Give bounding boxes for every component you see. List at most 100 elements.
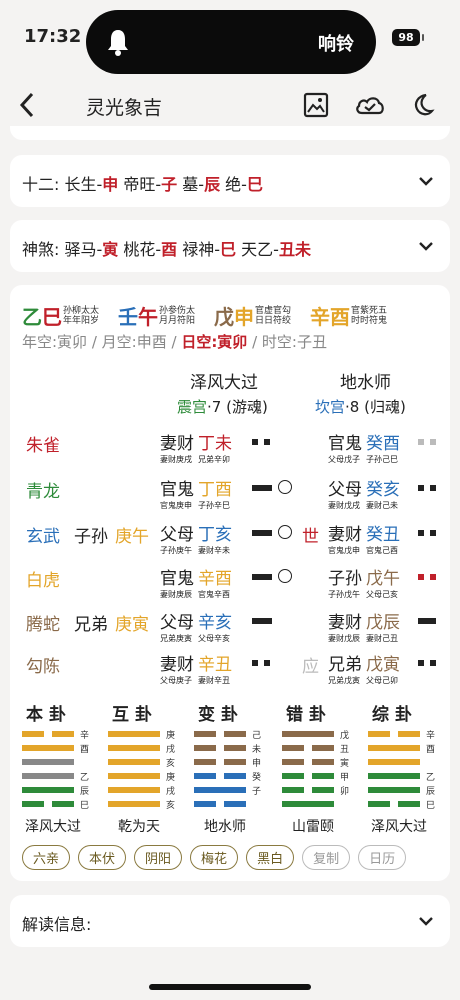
right-yao-main: 兄弟 戊寅 [328, 650, 400, 675]
pillar-shensha: 孙参伤太 月月符阳 [159, 306, 195, 326]
hex-line-yin [22, 731, 44, 737]
right-yao-sub: 妻财戊辰 妻财己丑 [328, 633, 400, 644]
hexagram-name: 山雷颐 [292, 819, 334, 835]
shensha-item-2-value: 巳 [220, 240, 237, 259]
cloud-check-icon[interactable] [354, 91, 386, 119]
hex-line-yang [22, 759, 74, 765]
left-yao: 官鬼 丁酉 官鬼庚申 子孙辛巳 [160, 475, 232, 511]
shensha-item-0-label: 驿马- [64, 240, 103, 259]
shier-item-2-value: 辰 [204, 175, 221, 194]
hex-line-yin [194, 759, 216, 765]
yang-line [418, 618, 436, 624]
left-yao-gz: 辛酉 [198, 569, 232, 589]
shier-label: 十二: [22, 175, 60, 194]
six-god: 白虎 [26, 571, 60, 591]
hex-line-yang [194, 787, 246, 793]
right-yao-rel: 官鬼 [328, 434, 362, 454]
right-gua-palace: 坎宫·8 (归魂) [315, 396, 406, 417]
pillar-gan: 乙 [22, 305, 42, 329]
right-yao-sub1: 父母戊子 [328, 455, 360, 464]
left-yao-sub1: 妻财庚辰 [160, 590, 192, 599]
right-gua-name: 地水师 [340, 373, 391, 393]
left-yao-rel: 妻财 [160, 434, 194, 454]
hex-line-yin [368, 731, 390, 737]
right-yao-sub1: 妻财戊戌 [328, 501, 360, 510]
hex-line-yin [282, 787, 304, 793]
left-yao-main: 官鬼 丁酉 [160, 475, 232, 500]
option-button-6[interactable]: 日历 [358, 845, 407, 870]
nav-bar: 灵光象吉 [0, 80, 460, 132]
six-god: 腾蛇 [26, 615, 60, 635]
image-icon[interactable] [302, 91, 330, 119]
hex-line-yin [398, 801, 420, 807]
left-yao-sub: 子孙庚午 妻财辛未 [160, 545, 232, 556]
left-yao-sub1: 官鬼庚申 [160, 501, 192, 510]
left-yao: 官鬼 辛酉 妻财庚辰 官鬼辛酉 [160, 564, 232, 600]
pillar-shensha-1: 孙柳太太 [63, 305, 100, 316]
hexagram-title: 本卦 [26, 705, 72, 725]
page-title: 灵光象吉 [86, 97, 163, 119]
hex-line-tag: 甲 [340, 773, 350, 783]
left-yao-sub2: 妻财辛未 [198, 546, 230, 555]
back-arrow-icon[interactable] [16, 90, 40, 120]
moving-circle [278, 569, 292, 583]
left-palace-name: 震宫 [177, 398, 208, 416]
shier-card[interactable]: 十二: 长生-申 帝旺-子 墓-辰 绝-巳 [10, 155, 450, 207]
option-button-3[interactable]: 梅花 [190, 845, 239, 870]
shier-item-1-value: 子 [161, 175, 178, 194]
shensha-item-3-value: 丑未 [278, 240, 311, 259]
option-button-2[interactable]: 阴阳 [134, 845, 183, 870]
hex-line-tag: 酉 [426, 745, 436, 755]
hex-line-yang [368, 773, 420, 779]
right-yao-sub1: 官鬼戊申 [328, 546, 360, 555]
left-yao-main: 父母 丁亥 [160, 520, 232, 545]
left-yao-sub1: 妻财庚戌 [160, 455, 192, 464]
dynamic-island: 响铃 [86, 10, 376, 74]
option-button-5[interactable]: 复制 [302, 845, 351, 870]
moon-icon[interactable] [408, 91, 436, 119]
option-button-4[interactable]: 黑白 [246, 845, 295, 870]
option-button-0[interactable]: 六亲 [22, 845, 71, 870]
hex-line-tag: 巳 [426, 801, 436, 811]
left-yao-sub2: 子孙辛巳 [198, 501, 230, 510]
chevron-down-icon[interactable] [418, 173, 434, 189]
pillar-shensha-1: 官紫死五 [351, 305, 388, 316]
hex-line-yang [22, 773, 74, 779]
pillar-zhi: 巳 [42, 305, 62, 329]
shensha-item-0-value: 寅 [102, 240, 119, 259]
chevron-down-icon[interactable] [418, 238, 434, 254]
hex-line-yin [398, 731, 420, 737]
right-yao: 官鬼 癸酉 父母戊子 子孙己巳 [328, 429, 400, 465]
hex-line-tag: 酉 [80, 745, 90, 755]
left-yao-sub: 妻财庚辰 官鬼辛酉 [160, 589, 232, 600]
right-palace-rest: ·8 (归魂) [345, 398, 406, 416]
chevron-down-icon[interactable] [418, 913, 434, 929]
option-button-1[interactable]: 本伏 [78, 845, 127, 870]
six-god: 朱雀 [26, 436, 60, 456]
pillar-shensha: 官紫死五 时时符鬼 [351, 306, 387, 326]
pillar-shensha-1: 官虚官勾 [255, 305, 292, 316]
battery-icon: 98 [392, 29, 424, 46]
hex-line-yin [224, 773, 246, 779]
kong-month: 月空:申酉 [101, 333, 167, 351]
hex-line-yin [224, 731, 246, 737]
right-yao: 妻财 癸丑 官鬼戊申 官鬼己酉 [328, 520, 400, 556]
yin-dot [430, 439, 436, 445]
shensha-card[interactable]: 神煞: 驿马-寅 桃花-酉 禄神-巳 天乙-丑未 [10, 220, 450, 272]
hexagram-title: 互卦 [112, 705, 158, 725]
hex-line-tag: 申 [252, 759, 262, 769]
hex-line-tag: 巳 [80, 801, 90, 811]
hex-line-tag: 乙 [80, 773, 90, 783]
previous-card-edge [10, 126, 450, 140]
shier-row: 十二: 长生-申 帝旺-子 墓-辰 绝-巳 [22, 171, 263, 195]
hex-line-tag: 丑 [340, 745, 350, 755]
hex-line-tag: 未 [252, 745, 262, 755]
right-yao-gz: 戊辰 [366, 613, 400, 633]
pillar-shensha-2: 年年阳岁 [63, 315, 100, 326]
jiedu-card[interactable]: 解读信息: [10, 895, 450, 947]
left-yao-rel: 妻财 [160, 655, 194, 675]
hex-line-yin [224, 759, 246, 765]
fushen-rel: 兄弟 [74, 615, 108, 635]
hexagram-name: 地水师 [204, 819, 246, 835]
hex-line-yang [108, 731, 160, 737]
